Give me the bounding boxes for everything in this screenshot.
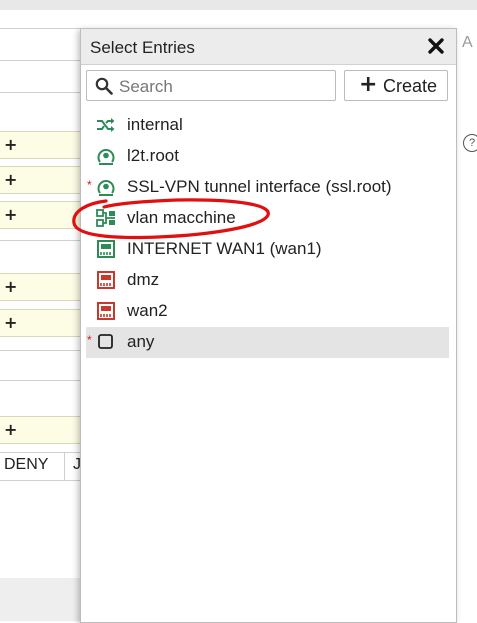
list-item-l2t-root[interactable]: l2t.root — [86, 141, 449, 172]
table-divider — [0, 92, 90, 93]
list-item-any[interactable]: * any — [86, 327, 449, 358]
entry-label: vlan macchine — [127, 208, 236, 227]
expand-row[interactable]: + — [0, 201, 90, 229]
select-entries-dialog: Select Entries + Create internal — [80, 28, 457, 623]
table-divider — [0, 60, 90, 61]
expand-plus-icon[interactable]: + — [4, 205, 17, 224]
table-divider — [0, 480, 90, 481]
background-table: + + + + + + — [0, 10, 90, 621]
expand-plus-icon[interactable]: + — [4, 313, 17, 332]
partial-label: A — [462, 34, 473, 51]
expand-row[interactable]: + — [0, 166, 90, 194]
expand-plus-icon[interactable]: + — [4, 135, 17, 154]
plus-icon: + — [359, 72, 378, 97]
table-divider — [0, 350, 90, 351]
entry-label: internal — [127, 115, 183, 134]
required-marker: * — [87, 178, 92, 192]
entry-label: any — [127, 332, 155, 351]
expand-plus-icon[interactable]: + — [4, 170, 17, 189]
column-separator — [64, 452, 65, 480]
entry-label: wan2 — [127, 301, 168, 320]
action-deny-cell: DENY — [4, 456, 49, 473]
entry-list: internal l2t.root * SSL-VPN tunnel inter… — [86, 110, 449, 358]
expand-plus-icon[interactable]: + — [4, 420, 17, 439]
table-divider — [0, 240, 90, 241]
table-divider — [0, 28, 90, 29]
expand-row[interactable]: + — [0, 416, 90, 444]
dialog-header: Select Entries — [81, 29, 456, 65]
table-divider — [0, 380, 90, 381]
expand-row[interactable]: + — [0, 131, 90, 159]
create-button[interactable]: + Create — [344, 70, 448, 101]
entry-label: l2t.root — [127, 146, 179, 165]
entry-label: SSL-VPN tunnel interface (ssl.root) — [127, 177, 392, 196]
expand-row[interactable]: + — [0, 273, 90, 301]
background-footer — [0, 578, 80, 621]
dialog-title: Select Entries — [90, 38, 195, 57]
entry-label: INTERNET WAN1 (wan1) — [127, 239, 322, 258]
background-top-bar — [0, 0, 477, 10]
search-box[interactable] — [86, 70, 336, 101]
ethernet-port-icon — [97, 302, 115, 320]
help-icon[interactable]: ? — [463, 134, 477, 152]
expand-plus-icon[interactable]: + — [4, 277, 17, 296]
close-icon[interactable] — [426, 36, 446, 56]
list-item-wan2[interactable]: wan2 — [86, 296, 449, 327]
table-divider — [0, 452, 90, 453]
entry-label: dmz — [127, 270, 160, 289]
vlan-icon — [96, 209, 115, 227]
search-icon — [95, 77, 113, 95]
tunnel-icon — [97, 180, 115, 196]
list-item-dmz[interactable]: dmz — [86, 265, 449, 296]
search-input[interactable] — [117, 73, 331, 100]
list-item-internal[interactable]: internal — [86, 110, 449, 141]
ethernet-port-icon — [97, 240, 115, 258]
shuffle-icon — [97, 118, 115, 132]
tunnel-icon — [97, 149, 115, 165]
expand-row[interactable]: + — [0, 309, 90, 337]
list-item-ssl-vpn[interactable]: * SSL-VPN tunnel interface (ssl.root) — [86, 172, 449, 203]
background-right-panel — [456, 28, 477, 621]
ethernet-port-icon — [97, 271, 115, 289]
required-marker: * — [87, 333, 92, 347]
list-item-wan1[interactable]: INTERNET WAN1 (wan1) — [86, 234, 449, 265]
list-item-vlan-macchine[interactable]: vlan macchine — [86, 203, 449, 234]
square-icon — [98, 334, 113, 349]
create-button-label: Create — [383, 76, 438, 96]
